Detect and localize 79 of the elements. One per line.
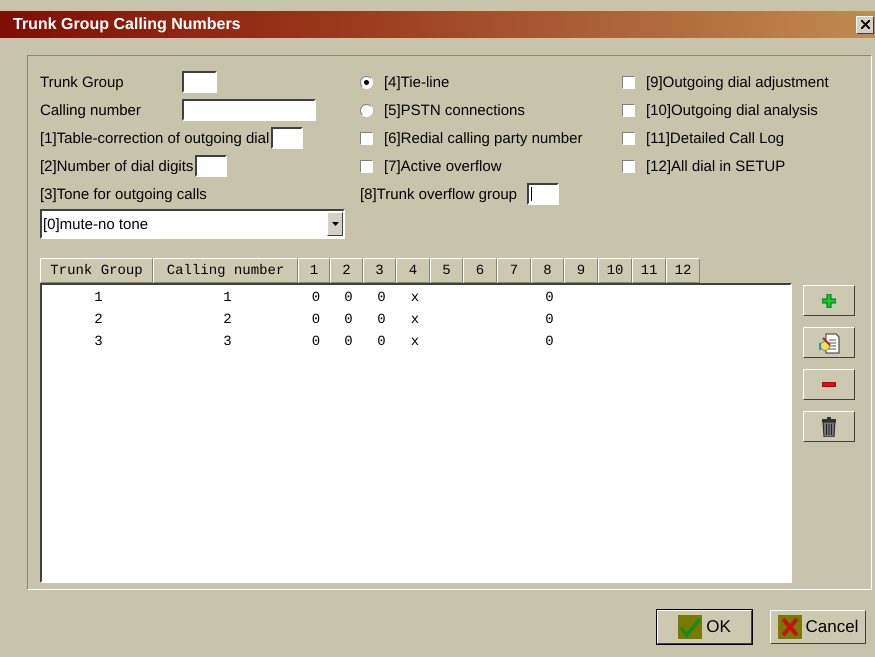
column-header[interactable]: 6 (463, 258, 497, 283)
input-field[interactable] (271, 127, 304, 149)
minus-icon (822, 382, 836, 387)
remove-button[interactable] (803, 369, 855, 400)
table-cell: 0 (545, 334, 554, 350)
add-button[interactable] (803, 285, 855, 316)
close-icon (860, 20, 870, 29)
ok-button[interactable]: OK (657, 610, 752, 644)
checkbox[interactable] (360, 132, 373, 144)
checkbox-option[interactable]: [7]Active overflow (360, 158, 502, 174)
table-cell: 0 (377, 290, 386, 306)
close-button[interactable] (856, 16, 874, 34)
field-label: [8]Trunk overflow group (360, 186, 518, 202)
table-cell: 2 (94, 312, 103, 328)
table-cell: 3 (223, 334, 232, 350)
checkbox-option[interactable]: [9]Outgoing dial adjustment (622, 74, 829, 90)
column-header[interactable]: 1 (298, 258, 330, 283)
window-title: Trunk Group Calling Numbers (13, 16, 241, 34)
table-cell: 0 (377, 334, 386, 350)
table-cell: 0 (377, 312, 386, 328)
column-header[interactable]: 3 (363, 258, 396, 283)
table-cell: 0 (312, 290, 320, 306)
column-header[interactable]: 10 (598, 258, 632, 283)
caret-icon (332, 222, 338, 226)
field-label: Trunk Group (40, 74, 125, 90)
column-header[interactable]: Trunk Group (40, 258, 153, 283)
checkbox[interactable] (622, 132, 635, 144)
table-cell: 0 (344, 290, 353, 306)
edit-button[interactable] (803, 327, 855, 358)
table-cell: 1 (94, 290, 103, 306)
radio-button[interactable] (360, 104, 373, 116)
field-label: [2]Number of dial digits (40, 158, 194, 174)
edit-document-icon (818, 332, 840, 354)
input-field[interactable] (195, 155, 228, 177)
column-header[interactable]: 8 (531, 258, 564, 283)
dropdown[interactable]: [0]mute-no tone (40, 209, 345, 239)
input-field[interactable] (182, 71, 217, 93)
field-label: [1]Table-correction of outgoing dial (40, 130, 270, 146)
radio-option[interactable]: [5]PSTN connections (360, 102, 525, 118)
column-header[interactable]: 5 (430, 258, 463, 283)
input-field[interactable] (527, 183, 560, 205)
table-cell: 0 (344, 312, 353, 328)
table-cell: x (410, 334, 420, 350)
checkmark-icon (678, 615, 702, 639)
cancel-button[interactable]: Cancel (770, 610, 866, 644)
table-cell: 1 (223, 290, 232, 306)
trash-icon (822, 416, 836, 436)
table-cell: 0 (545, 290, 554, 306)
table-cell: 0 (312, 312, 320, 328)
checkbox[interactable] (622, 160, 635, 172)
column-header[interactable]: 9 (564, 258, 598, 283)
field-label: Calling number (40, 102, 142, 118)
x-icon (778, 615, 802, 639)
table-cell: x (410, 312, 420, 328)
table-cell: 0 (312, 334, 320, 350)
table-cell: 0 (545, 312, 554, 328)
checkbox[interactable] (622, 76, 635, 88)
plus-icon (822, 294, 836, 308)
column-header[interactable]: 7 (497, 258, 531, 283)
column-header[interactable]: 12 (666, 258, 700, 283)
column-header[interactable]: 11 (632, 258, 666, 283)
checkbox[interactable] (360, 160, 373, 172)
table-cell: 3 (94, 334, 103, 350)
checkbox[interactable] (622, 104, 635, 116)
checkbox-option[interactable]: [12]All dial in SETUP (622, 158, 786, 174)
table-cell: 0 (344, 334, 353, 350)
radio-button[interactable] (360, 76, 373, 88)
checkbox-option[interactable]: [10]Outgoing dial analysis (622, 102, 818, 118)
checkbox-option[interactable]: [11]Detailed Call Log (622, 130, 784, 146)
table-cell: 2 (223, 312, 232, 328)
column-header[interactable]: 2 (330, 258, 363, 283)
column-header[interactable]: Calling number (153, 258, 298, 283)
delete-button[interactable] (803, 411, 855, 442)
table-cell: x (410, 290, 420, 306)
column-header[interactable]: 4 (396, 258, 430, 283)
checkbox-option[interactable]: [6]Redial calling party number (360, 130, 582, 146)
radio-option[interactable]: [4]Tie-line (360, 74, 450, 90)
input-field[interactable] (182, 99, 316, 121)
field-label: [3]Tone for outgoing calls (40, 186, 207, 202)
